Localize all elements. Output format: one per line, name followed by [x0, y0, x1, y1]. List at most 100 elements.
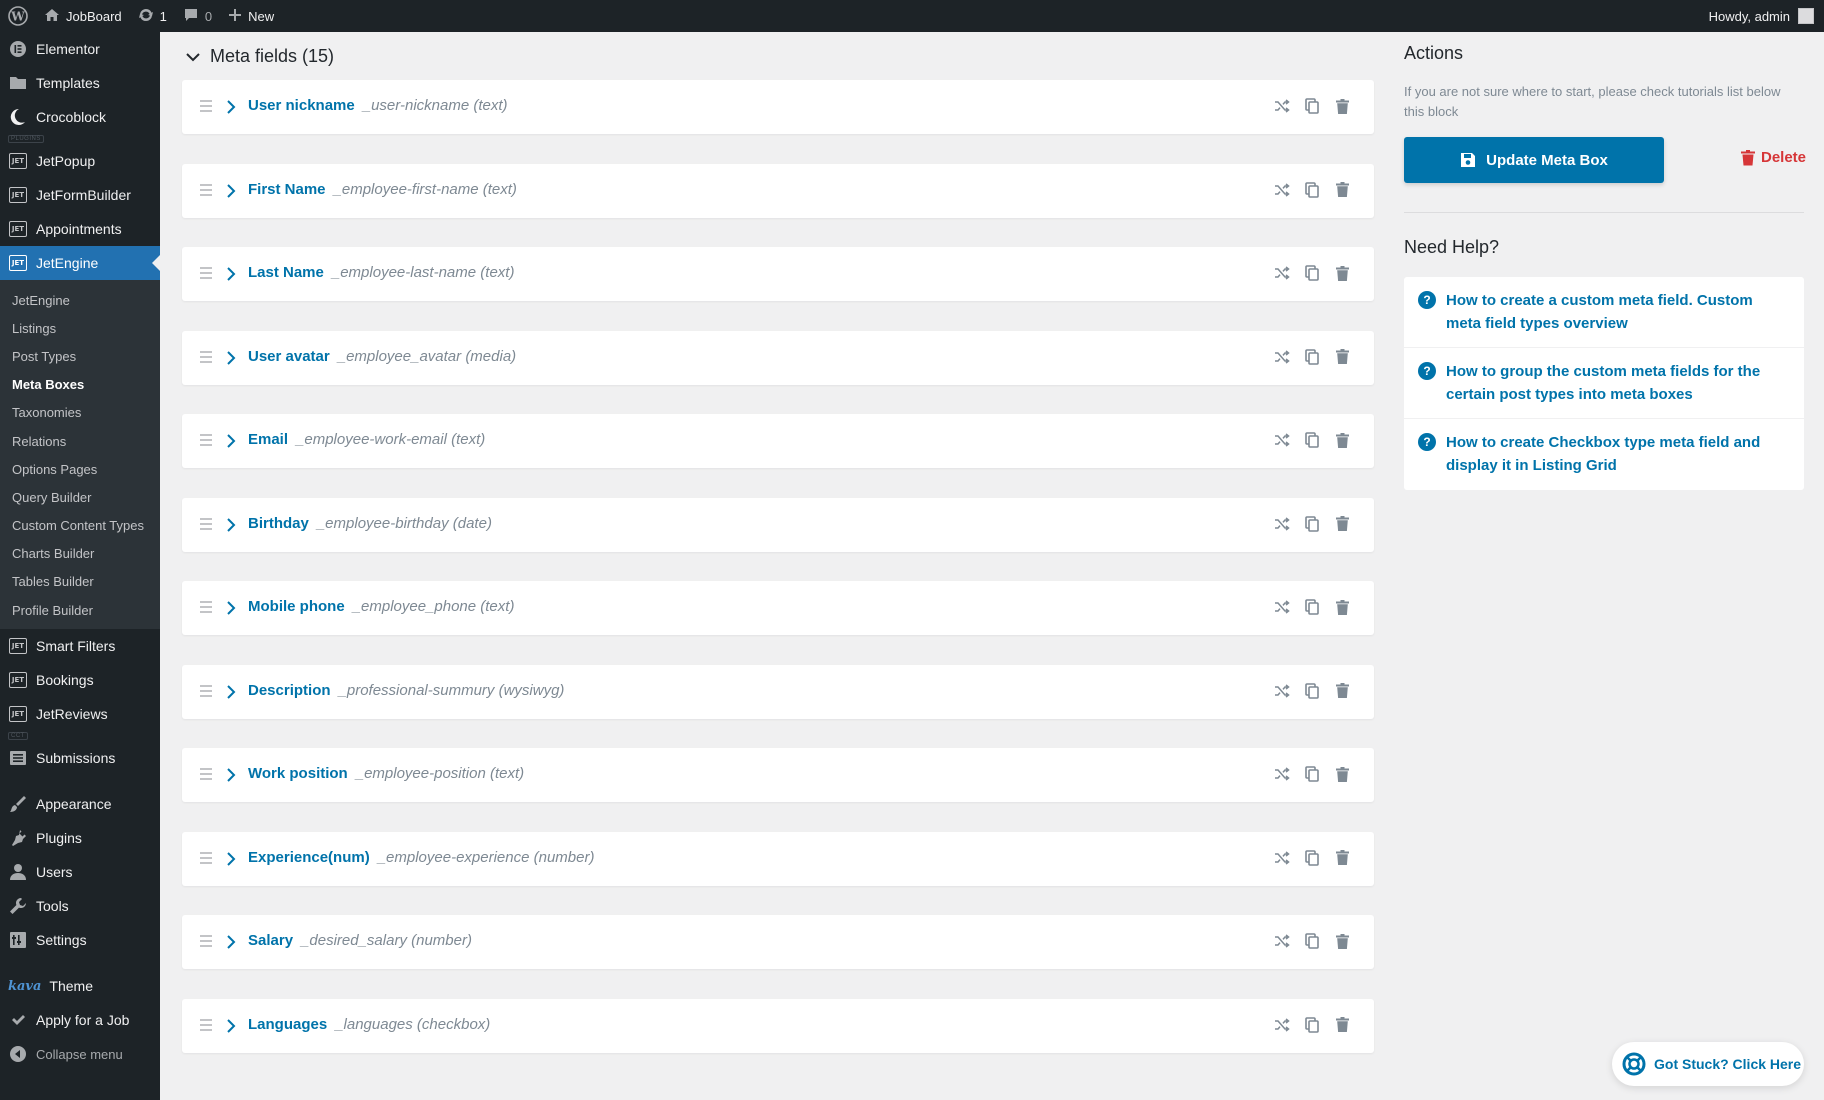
shuffle-icon[interactable]: [1272, 848, 1292, 868]
drag-handle-icon[interactable]: [200, 684, 212, 700]
chevron-right-icon[interactable]: [226, 601, 236, 615]
trash-icon[interactable]: [1332, 514, 1352, 534]
drag-handle-icon[interactable]: [200, 517, 212, 533]
trash-icon[interactable]: [1332, 848, 1352, 868]
update-meta-box-button[interactable]: Update Meta Box: [1404, 137, 1664, 183]
shuffle-icon[interactable]: [1272, 430, 1292, 450]
copy-icon[interactable]: [1302, 430, 1322, 450]
field-title[interactable]: Email _employee-work-email (text): [248, 431, 485, 448]
meta-field-card[interactable]: Languages _languages (checkbox): [182, 998, 1374, 1053]
drag-handle-icon[interactable]: [200, 851, 212, 867]
account-menu[interactable]: Howdy, admin: [1701, 0, 1824, 32]
chevron-right-icon[interactable]: [226, 434, 236, 448]
shuffle-icon[interactable]: [1272, 514, 1292, 534]
shuffle-icon[interactable]: [1272, 180, 1292, 200]
meta-field-card[interactable]: Email _employee-work-email (text): [182, 414, 1374, 468]
trash-icon[interactable]: [1332, 430, 1352, 450]
chevron-right-icon[interactable]: [226, 935, 236, 949]
menu-item-jetformbuilder[interactable]: JET JetFormBuilder: [0, 178, 160, 212]
help-link[interactable]: ? How to group the custom meta fields fo…: [1404, 348, 1804, 419]
trash-icon[interactable]: [1332, 263, 1352, 283]
submenu-item-taxonomies[interactable]: Taxonomies: [0, 399, 160, 427]
drag-handle-icon[interactable]: [200, 350, 212, 366]
site-name-link[interactable]: JobBoard: [36, 0, 130, 32]
field-title[interactable]: Experience(num) _employee-experience (num…: [248, 849, 594, 866]
drag-handle-icon[interactable]: [200, 434, 212, 449]
got-stuck-button[interactable]: Got Stuck? Click Here: [1612, 1042, 1804, 1086]
drag-handle-icon[interactable]: [200, 100, 212, 115]
trash-icon[interactable]: [1332, 1015, 1352, 1035]
copy-icon[interactable]: [1302, 96, 1322, 116]
trash-icon[interactable]: [1332, 180, 1352, 200]
drag-handle-icon[interactable]: [200, 768, 212, 783]
updates-link[interactable]: 1: [130, 0, 175, 32]
help-link[interactable]: ? How to create Checkbox type meta field…: [1404, 419, 1804, 490]
shuffle-icon[interactable]: [1272, 597, 1292, 617]
chevron-right-icon[interactable]: [226, 684, 236, 699]
drag-handle-icon[interactable]: [200, 935, 212, 950]
new-content-link[interactable]: New: [220, 0, 282, 32]
collapse-menu-button[interactable]: Collapse menu: [0, 1037, 160, 1071]
submenu-item-relations[interactable]: Relations: [0, 427, 160, 455]
meta-field-card[interactable]: Experience(num) _employee-experience (num…: [182, 831, 1374, 886]
menu-item-submissions[interactable]: Submissions: [0, 741, 160, 775]
copy-icon[interactable]: [1302, 597, 1322, 617]
chevron-right-icon[interactable]: [226, 183, 236, 198]
help-link[interactable]: ? How to create a custom meta field. Cus…: [1404, 277, 1804, 348]
menu-item-users[interactable]: Users: [0, 855, 160, 889]
field-title[interactable]: First Name _employee-first-name (text): [248, 181, 517, 198]
meta-field-card[interactable]: Description _professional-summury (wysiwy…: [182, 664, 1374, 719]
menu-item-tools[interactable]: Tools: [0, 889, 160, 923]
trash-icon[interactable]: [1332, 681, 1352, 701]
trash-icon[interactable]: [1332, 96, 1352, 116]
submenu-item-charts-builder[interactable]: Charts Builder: [0, 540, 160, 568]
copy-icon[interactable]: [1302, 764, 1322, 784]
drag-handle-icon[interactable]: [200, 601, 212, 616]
field-title[interactable]: User nickname _user-nickname (text): [248, 97, 508, 114]
meta-fields-toggle[interactable]: Meta fields (15): [186, 46, 334, 67]
menu-item-apply-for-a-job[interactable]: Apply for a Job: [0, 1003, 160, 1037]
copy-icon[interactable]: [1302, 514, 1322, 534]
menu-item-elementor[interactable]: Elementor: [0, 32, 160, 66]
menu-item-smart-filters[interactable]: JET Smart Filters: [0, 629, 160, 663]
menu-item-appearance[interactable]: Appearance: [0, 787, 160, 821]
chevron-right-icon[interactable]: [226, 768, 236, 782]
drag-handle-icon[interactable]: [200, 183, 212, 199]
field-title[interactable]: Salary _desired_salary (number): [248, 932, 472, 949]
drag-handle-icon[interactable]: [200, 1018, 212, 1034]
shuffle-icon[interactable]: [1272, 96, 1292, 116]
copy-icon[interactable]: [1302, 1015, 1322, 1035]
comments-link[interactable]: 0: [175, 0, 220, 32]
chevron-right-icon[interactable]: [226, 851, 236, 866]
submenu-item-options-pages[interactable]: Options Pages: [0, 455, 160, 483]
field-title[interactable]: Last Name _employee-last-name (text): [248, 264, 514, 281]
chevron-right-icon[interactable]: [226, 267, 236, 281]
chevron-right-icon[interactable]: [226, 517, 236, 532]
field-title[interactable]: Languages _languages (checkbox): [248, 1016, 490, 1033]
submenu-item-meta-boxes[interactable]: Meta Boxes: [0, 371, 160, 399]
submenu-item-profile-builder[interactable]: Profile Builder: [0, 596, 160, 624]
drag-handle-icon[interactable]: [200, 267, 212, 282]
shuffle-icon[interactable]: [1272, 764, 1292, 784]
meta-field-card[interactable]: Salary _desired_salary (number): [182, 915, 1374, 969]
shuffle-icon[interactable]: [1272, 931, 1292, 951]
meta-field-card[interactable]: User avatar _employee_avatar (media): [182, 330, 1374, 385]
submenu-item-query-builder[interactable]: Query Builder: [0, 483, 160, 511]
chevron-right-icon[interactable]: [226, 1018, 236, 1033]
submenu-item-tables-builder[interactable]: Tables Builder: [0, 568, 160, 596]
menu-item-appointments[interactable]: JET Appointments: [0, 212, 160, 246]
menu-item-templates[interactable]: Templates: [0, 66, 160, 100]
field-title[interactable]: User avatar _employee_avatar (media): [248, 348, 516, 365]
menu-item-crocoblock[interactable]: Crocoblock: [0, 100, 160, 134]
field-title[interactable]: Work position _employee-position (text): [248, 765, 524, 782]
menu-item-plugins[interactable]: Plugins: [0, 821, 160, 855]
meta-field-card[interactable]: First Name _employee-first-name (text): [182, 163, 1374, 218]
trash-icon[interactable]: [1332, 347, 1352, 367]
field-title[interactable]: Mobile phone _employee_phone (text): [248, 598, 514, 615]
shuffle-icon[interactable]: [1272, 681, 1292, 701]
shuffle-icon[interactable]: [1272, 347, 1292, 367]
meta-field-card[interactable]: Last Name _employee-last-name (text): [182, 247, 1374, 301]
menu-item-jetpopup[interactable]: JET JetPopup: [0, 144, 160, 178]
submenu-item-jetengine[interactable]: JetEngine: [0, 286, 160, 314]
menu-item-kava-theme[interactable]: kava Theme: [0, 969, 160, 1003]
